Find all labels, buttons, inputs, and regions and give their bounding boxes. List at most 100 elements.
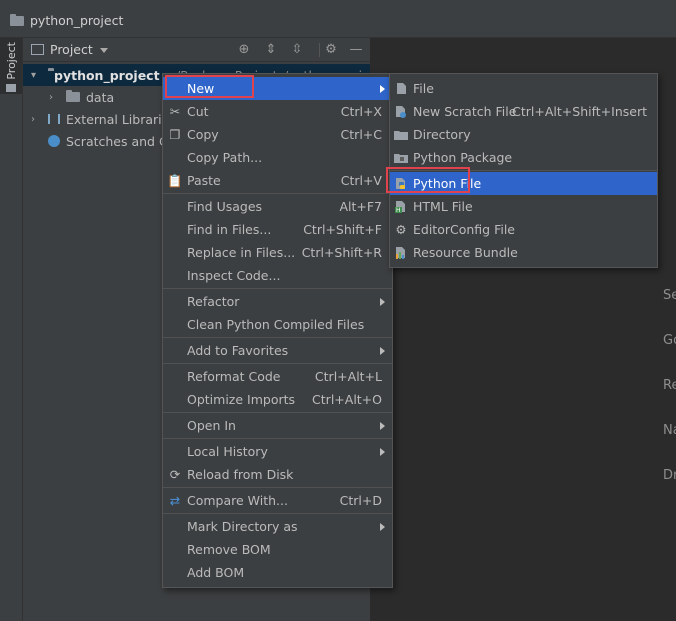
menu-item-reformat-code[interactable]: Reformat Code Ctrl+Alt+L (163, 365, 392, 388)
menu-item-new-scratch-file[interactable]: New Scratch File Ctrl+Alt+Shift+Insert (390, 100, 657, 123)
project-tool-tab[interactable]: Project (0, 38, 22, 94)
menu-item-open-in[interactable]: Open In (163, 414, 392, 437)
chevron-right-icon[interactable]: › (31, 114, 35, 125)
left-tool-strip (0, 38, 23, 621)
copy-icon: ❐ (169, 127, 181, 142)
collapse-all-icon[interactable]: ⇳ (289, 42, 305, 58)
title-bar: python_project (0, 4, 676, 38)
paste-icon: 📋 (167, 172, 183, 188)
menu-separator (163, 193, 392, 194)
library-icon (48, 114, 60, 124)
tree-item-label: data (86, 89, 115, 105)
expand-all-icon[interactable]: ⇕ (263, 42, 279, 58)
menu-item-resource-bundle[interactable]: Resource Bundle (390, 241, 657, 264)
menu-item-label: Refactor (187, 294, 240, 309)
chevron-right-icon[interactable]: › (49, 92, 53, 103)
menu-item-add-bom[interactable]: Add BOM (163, 561, 392, 584)
menu-separator (163, 438, 392, 439)
submenu-arrow-icon (380, 297, 385, 306)
menu-item-label: Find Usages (187, 199, 263, 214)
menu-item-optimize-imports[interactable]: Optimize Imports Ctrl+Alt+O (163, 388, 392, 411)
context-menu: New ✂ Cut Ctrl+X ❐ Copy Ctrl+C Copy Path... … (162, 73, 393, 588)
menu-item-remove-bom[interactable]: Remove BOM (163, 538, 392, 561)
folder-icon (6, 83, 16, 92)
menu-item-paste[interactable]: 📋 Paste Ctrl+V (163, 169, 392, 192)
menu-item-file[interactable]: File (390, 77, 657, 100)
menu-item-cut[interactable]: ✂ Cut Ctrl+X (163, 100, 392, 123)
menu-item-label: File (413, 81, 434, 96)
menu-item-reload-from-disk[interactable]: ⟳ Reload from Disk (163, 463, 392, 486)
submenu-arrow-icon (380, 346, 385, 355)
python-file-icon (394, 177, 408, 191)
reload-icon: ⟳ (169, 467, 181, 482)
editor-hint: Se (663, 288, 676, 303)
menu-item-replace-in-files[interactable]: Replace in Files... Ctrl+Shift+R (163, 241, 392, 264)
menu-item-label: Python Package (413, 150, 513, 165)
menu-item-python-file[interactable]: Python File (390, 172, 657, 195)
menu-item-python-package[interactable]: Python Package (390, 146, 657, 169)
menu-item-label: Add to Favorites (187, 343, 289, 358)
menu-item-label: Mark Directory as (187, 519, 298, 534)
menu-separator (163, 288, 392, 289)
menu-item-find-usages[interactable]: Find Usages Alt+F7 (163, 195, 392, 218)
menu-item-directory[interactable]: Directory (390, 123, 657, 146)
tree-item-label: External Libraries (66, 111, 176, 127)
menu-item-copy[interactable]: ❐ Copy Ctrl+C (163, 123, 392, 146)
menu-item-refactor[interactable]: Refactor (163, 290, 392, 313)
submenu-arrow-icon (380, 421, 385, 430)
menu-item-inspect-code[interactable]: Inspect Code... (163, 264, 392, 287)
project-panel-header: Project ⊕ ⇕ ⇳ ⚙ — (23, 38, 370, 62)
hide-panel-icon[interactable]: — (348, 42, 364, 58)
menu-item-label: Copy Path... (187, 150, 263, 165)
file-icon (394, 82, 408, 96)
svg-text:H: H (396, 207, 401, 213)
gear-icon: ⚙ (395, 222, 407, 237)
editor-hint: Na (663, 423, 676, 438)
menu-item-html-file[interactable]: H HTML File (390, 195, 657, 218)
menu-item-shortcut: Alt+F7 (339, 199, 382, 214)
folder-icon (66, 90, 80, 102)
menu-item-mark-directory-as[interactable]: Mark Directory as (163, 515, 392, 538)
folder-icon (10, 13, 24, 26)
menu-item-shortcut: Ctrl+Alt+Shift+Insert (512, 104, 647, 119)
menu-item-label: Python File (413, 176, 482, 191)
menu-item-add-to-favorites[interactable]: Add to Favorites (163, 339, 392, 362)
html-file-icon: H (394, 200, 408, 214)
menu-item-clean-compiled[interactable]: Clean Python Compiled Files (163, 313, 392, 336)
menu-item-local-history[interactable]: Local History (163, 440, 392, 463)
menu-item-label: Copy (187, 127, 219, 142)
compare-icon: ⇄ (169, 493, 181, 508)
menu-separator (390, 170, 657, 171)
menu-separator (163, 513, 392, 514)
menu-item-new[interactable]: New (163, 77, 392, 100)
menu-item-copy-path[interactable]: Copy Path... (163, 146, 392, 169)
menu-separator (163, 487, 392, 488)
scratches-icon (48, 135, 60, 147)
menu-item-compare-with[interactable]: ⇄ Compare With... Ctrl+D (163, 489, 392, 512)
menu-item-label: Reload from Disk (187, 467, 294, 482)
menu-item-find-in-files[interactable]: Find in Files... Ctrl+Shift+F (163, 218, 392, 241)
menu-item-label: Clean Python Compiled Files (187, 317, 365, 332)
menu-item-label: Add BOM (187, 565, 245, 580)
project-view-selector[interactable]: Project (50, 42, 93, 57)
locate-icon[interactable]: ⊕ (236, 42, 252, 58)
menu-item-label: Find in Files... (187, 222, 272, 237)
chevron-down-icon[interactable] (99, 48, 108, 53)
menu-item-label: Paste (187, 173, 221, 188)
project-tool-tab-label: Project (4, 42, 18, 80)
menu-item-shortcut: Ctrl+C (340, 127, 382, 142)
menu-item-editorconfig-file[interactable]: ⚙ EditorConfig File (390, 218, 657, 241)
gear-icon[interactable]: ⚙ (323, 42, 339, 58)
menu-item-label: EditorConfig File (413, 222, 515, 237)
editor-hint: Dr (663, 468, 676, 483)
menu-item-shortcut: Ctrl+Shift+F (303, 222, 382, 237)
menu-item-label: HTML File (413, 199, 473, 214)
submenu-arrow-icon (380, 84, 385, 93)
menu-item-shortcut: Ctrl+Alt+L (314, 369, 382, 384)
chevron-down-icon[interactable]: ▾ (31, 70, 36, 81)
menu-item-label: New (187, 81, 215, 96)
menu-item-label: Open In (187, 418, 236, 433)
menu-item-label: Remove BOM (187, 542, 271, 557)
editor-hint: Re (663, 378, 676, 393)
menu-item-label: Optimize Imports (187, 392, 296, 407)
